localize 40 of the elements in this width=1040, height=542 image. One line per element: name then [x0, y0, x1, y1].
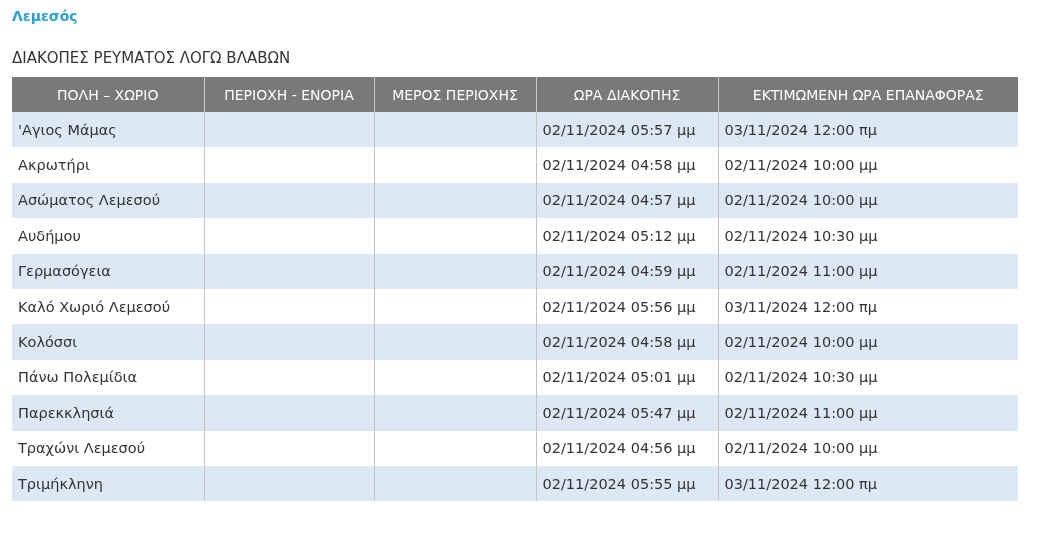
table-cell: 02/11/2024 04:57 μμ [542, 192, 696, 209]
table-cell: 02/11/2024 04:56 μμ [542, 440, 696, 457]
table-cell: 02/11/2024 05:47 μμ [542, 404, 696, 421]
table-cell: 02/11/2024 05:56 μμ [542, 298, 696, 315]
table-cell: 02/11/2024 10:30 μμ [724, 369, 878, 386]
table-cell: 02/11/2024 11:00 μμ [724, 263, 878, 280]
table-cell: 02/11/2024 05:01 μμ [542, 369, 696, 386]
table-cell: Αυδήμου [18, 227, 81, 244]
column-header: ΠΟΛΗ – ΧΩΡΙΟ [12, 77, 204, 112]
table-cell: Ασώματος Λεμεσού [18, 192, 161, 209]
table-cell: Ακρωτήρι [18, 157, 90, 174]
table-cell: Κολόσσι [18, 334, 78, 351]
table-cell: 02/11/2024 10:30 μμ [724, 227, 878, 244]
table-cell: 'Αγιος Μάμας [18, 121, 117, 138]
table-cell: 02/11/2024 05:55 μμ [542, 475, 696, 492]
table-cell: Πάνω Πολεμίδια [18, 369, 137, 386]
table-cell: 02/11/2024 04:58 μμ [542, 334, 696, 351]
table-cell: 03/11/2024 12:00 πμ [724, 121, 878, 138]
table-cell: Καλό Χωριό Λεμεσού [18, 298, 171, 315]
table-cell: 02/11/2024 04:59 μμ [542, 263, 696, 280]
column-header: ΕΚΤΙΜΩΜΕΝΗ ΩΡΑ ΕΠΑΝΑΦΟΡΑΣ [718, 77, 1018, 112]
table-cell: 02/11/2024 05:57 μμ [542, 121, 696, 138]
table-cell: 02/11/2024 10:00 μμ [724, 440, 878, 457]
table-cell: 02/11/2024 05:12 μμ [542, 227, 696, 244]
column-header: ΠΕΡΙΟΧΗ - ΕΝΟΡΙΑ [204, 77, 374, 112]
column-header: ΩΡΑ ΔΙΑΚΟΠΗΣ [536, 77, 718, 112]
table-cell: Τριμήκληνη [18, 475, 103, 492]
column-header: ΜΕΡΟΣ ΠΕΡΙΟΧΗΣ [374, 77, 536, 112]
table-cell: 02/11/2024 10:00 μμ [724, 334, 878, 351]
table-cell: 02/11/2024 10:00 μμ [724, 157, 878, 174]
section-title: ΔΙΑΚΟΠΕΣ ΡΕΥΜΑΤΟΣ ΛΟΓΩ ΒΛΑΒΩΝ [12, 49, 291, 67]
region-title: Λεμεσός [12, 8, 78, 24]
table-cell: 02/11/2024 11:00 μμ [724, 404, 878, 421]
table-cell: 02/11/2024 10:00 μμ [724, 192, 878, 209]
table-cell: Τραχώνι Λεμεσού [18, 440, 146, 457]
table-cell: Γερμασόγεια [18, 263, 111, 280]
table-cell: 03/11/2024 12:00 πμ [724, 298, 878, 315]
table-cell: 02/11/2024 04:58 μμ [542, 157, 696, 174]
table-cell: 03/11/2024 12:00 πμ [724, 475, 878, 492]
table-cell: Παρεκκλησιά [18, 404, 115, 421]
